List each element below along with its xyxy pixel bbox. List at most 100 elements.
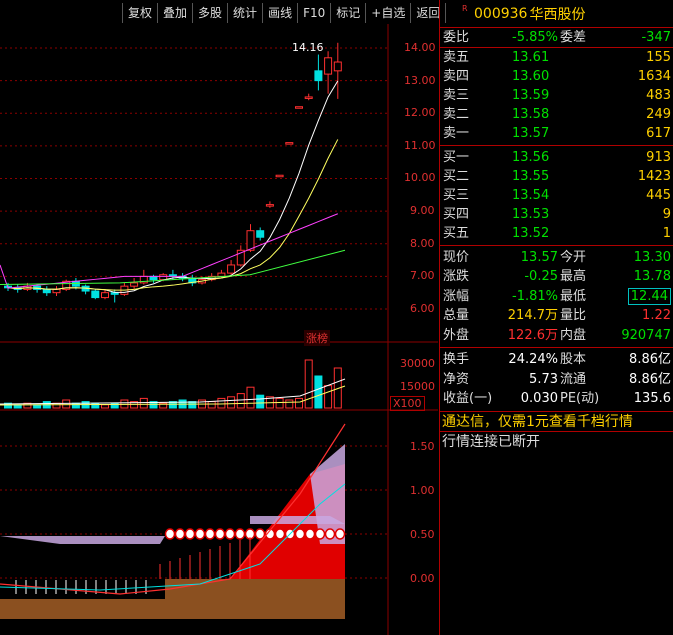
zhangdie-label: 涨跌 [443, 269, 470, 284]
ask-row[interactable]: 卖五 13.61 155 [440, 48, 673, 67]
volume-bar [227, 396, 236, 409]
volume-bar [324, 385, 333, 409]
ask-row[interactable]: 卖四 13.60 1634 [440, 67, 673, 86]
waipan-row: 外盘 122.6万 内盘 920747 [440, 326, 673, 346]
ask-price: 13.61 [512, 49, 550, 65]
bid-volume: 1423 [637, 168, 671, 184]
candle-body [246, 230, 255, 251]
weibi-label: 委比 [443, 30, 470, 45]
ask-price: 13.59 [512, 87, 550, 103]
ask-volume: 155 [646, 49, 671, 65]
bid-volume: 913 [646, 149, 671, 165]
bid-row[interactable]: 买四 13.53 9 [440, 205, 673, 224]
overlay-button[interactable]: 叠加 [158, 3, 194, 23]
xianjia-label: 现价 [443, 249, 470, 265]
volume-bar [256, 394, 265, 409]
high-price-marker: 14.16 [292, 41, 324, 54]
multi-stock-button[interactable]: 多股 [193, 3, 229, 23]
ask-label: 卖五 [443, 49, 470, 65]
ask-book: 卖五 13.61 155 卖四 13.60 1634 卖三 13.59 483 卖二 13.5… [440, 48, 673, 146]
draw-line-button[interactable]: 画线 [263, 3, 299, 23]
pe-label: PE(动) [560, 391, 600, 406]
candle-body [101, 292, 109, 299]
mark-button[interactable]: 标记 [331, 3, 367, 23]
bid-price: 13.53 [512, 206, 550, 222]
statistics-button[interactable]: 统计 [228, 3, 264, 23]
signal-marker [174, 528, 186, 540]
ask-row[interactable]: 卖二 13.58 249 [440, 105, 673, 124]
zhangfu-label: 涨幅 [443, 288, 470, 304]
bid-price: 13.52 [512, 225, 550, 241]
connection-status: 行情连接已断开 [442, 433, 540, 450]
bid-label: 买四 [443, 206, 470, 222]
indicator-tick-label: 1.50 [410, 440, 435, 453]
bid-label: 买一 [443, 149, 470, 165]
signal-marker [254, 528, 266, 540]
xianjia-row: 现价 13.57 今开 13.30 [440, 248, 673, 268]
ask-row[interactable]: 卖三 13.59 483 [440, 86, 673, 105]
volume-bar [217, 397, 226, 409]
price-tick-label: 9.00 [410, 204, 435, 217]
volume-bar [101, 404, 109, 409]
add-favorite-button[interactable]: +自选 [366, 3, 412, 23]
bid-row[interactable]: 买二 13.55 1423 [440, 167, 673, 186]
bid-row[interactable]: 买三 13.54 445 [440, 186, 673, 205]
zongliang-row: 总量 214.7万 量比 1.22 [440, 306, 673, 326]
stock-code[interactable]: 000936 [474, 6, 527, 22]
huanshou-value: 24.24% [508, 352, 558, 367]
candle-body [130, 282, 139, 287]
volume-bar [285, 399, 294, 409]
bid-label: 买二 [443, 168, 470, 184]
pe-value: 135.6 [633, 391, 671, 406]
shouyi-label: 收益(一) [443, 391, 493, 406]
indicator-area [0, 536, 165, 544]
waipan-value: 122.6万 [507, 327, 558, 343]
upsell-banner[interactable]: 通达信，仅需1元查看千档行情 [440, 412, 673, 432]
fundamental-stats: 换手 24.24% 股本 8.86亿 净资 5.73 流通 8.86亿 收益(一… [440, 348, 673, 412]
jingzi-label: 净资 [443, 371, 470, 387]
shouyi-row: 收益(一) 0.030 PE(动) 135.6 [440, 389, 673, 409]
f10-button[interactable]: F10 [298, 3, 332, 23]
candle-body [42, 288, 51, 294]
ask-volume: 249 [646, 106, 671, 122]
quote-panel: R 000936 华西股份 委比 -5.85% 委差 -347 卖五 13.61 1… [439, 0, 673, 635]
weicha-label: 委差 [560, 30, 587, 45]
indicator-tick-label: 1.00 [410, 484, 435, 497]
bid-price: 13.55 [512, 168, 550, 184]
price-tick-label: 7.00 [410, 269, 435, 282]
stock-name[interactable]: 华西股份 [529, 4, 585, 24]
huanshou-label: 换手 [443, 352, 470, 367]
ask-label: 卖一 [443, 125, 470, 141]
signal-marker [184, 528, 196, 540]
indicator-tick-label: 0.50 [410, 528, 435, 541]
xianjia-value: 13.57 [520, 249, 558, 265]
bid-row[interactable]: 买五 13.52 1 [440, 224, 673, 243]
price-tick-label: 10.00 [404, 171, 436, 184]
signal-marker [214, 528, 226, 540]
price-tick-label: 11.00 [404, 139, 436, 152]
candle-body [304, 96, 313, 99]
kline-chart-svg[interactable] [0, 24, 438, 635]
ask-volume: 483 [646, 87, 671, 103]
ask-label: 卖三 [443, 87, 470, 103]
guben-label: 股本 [560, 352, 587, 367]
volume-tick-label: 15000 [400, 380, 435, 393]
zhangbang-label[interactable]: 涨榜 [304, 330, 330, 346]
bid-row[interactable]: 买一 13.56 913 [440, 148, 673, 167]
zhangfu-row: 涨幅 -1.81% 最低 12.44 [440, 287, 673, 307]
kline-chart-area[interactable]: 14.00 13.00 12.00 11.00 10.00 9.00 8.00 … [0, 24, 438, 635]
signal-marker [294, 528, 306, 540]
volume-bar [275, 397, 284, 409]
candle-body [110, 292, 119, 295]
ask-row[interactable]: 卖一 13.57 617 [440, 124, 673, 143]
ma5-line [7, 80, 339, 293]
fuquan-button[interactable]: 复权 [123, 3, 159, 23]
volume-unit-label: X100 [390, 396, 425, 411]
jinkai-label: 今开 [560, 249, 587, 265]
stock-header: R 000936 华西股份 [440, 0, 673, 28]
signal-marker [334, 528, 346, 540]
volume-bar [62, 399, 71, 409]
zhangdie-value: -0.25 [524, 269, 558, 284]
signal-marker [304, 528, 316, 540]
ma10-line [7, 139, 339, 291]
